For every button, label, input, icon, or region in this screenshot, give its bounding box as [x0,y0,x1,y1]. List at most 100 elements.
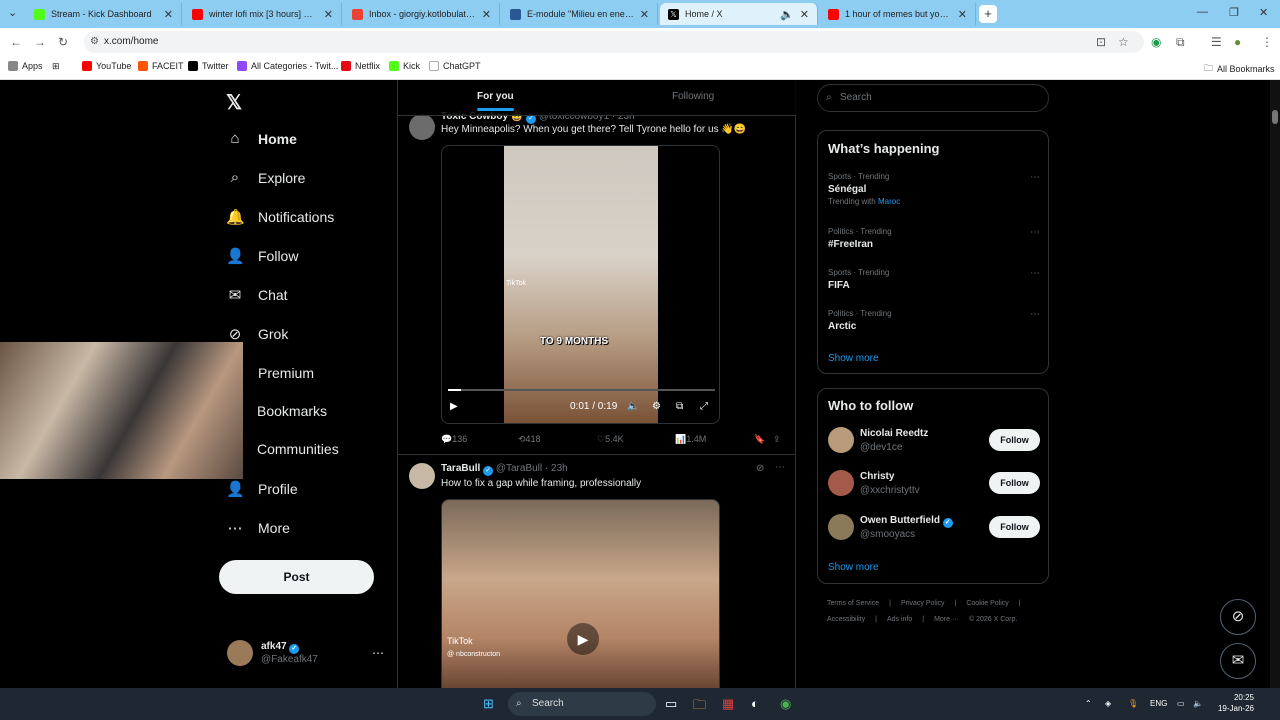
video-player[interactable]: TikTok TO 9 MONTHS ▶ 0:01 / 0:19 🔈 ⚙ ⧉ ⤢ [441,145,720,424]
new-tab-button[interactable]: + [979,5,997,23]
system-clock[interactable]: 20:25 19-Jan-26 [1210,692,1254,714]
messages-fab-button[interactable]: ✉ [1220,643,1256,679]
url-field[interactable]: ⚙ x.com/home [84,31,1144,53]
trend-item[interactable]: Politics · Trending #FreeIran ⋯ [828,227,1040,250]
browser-tab-active[interactable]: 𝕏 Home / X 🔈 ✕ [660,3,818,25]
bookmark-apps[interactable]: Apps [8,61,43,71]
nav-bookmarks[interactable]: Bookmarks [257,403,327,419]
bookmark-categories[interactable]: All Categories - Twit... [237,61,338,71]
bookmark-kick[interactable]: Kick [389,61,420,71]
bookmark-netflix[interactable]: Netflix [341,61,380,71]
close-tab-icon[interactable]: ✕ [164,8,173,21]
close-tab-icon[interactable]: ✕ [640,8,649,21]
tweet[interactable]: TaraBull ✓ @TaraBull · 23h ⊘ ⋯ How to fi… [398,455,796,688]
bookmark-star-icon[interactable]: ☆ [1118,35,1129,49]
language-indicator[interactable]: ENG [1150,699,1167,708]
extension-icon[interactable]: ◉ [1151,35,1161,49]
browser-tab[interactable]: Stream - Kick Dashboard ✕ [26,3,182,25]
nav-profile[interactable]: 👤 Profile [226,480,298,498]
tweet[interactable]: Toxic Cowboy 🤠 ✓ @toxiccowboy1 · 23h Hey… [398,106,796,454]
x-logo-icon[interactable]: 𝕏 [226,90,242,115]
account-switcher[interactable]: afk47 ✓ @Fakeafk47 ⋯ [227,640,384,666]
close-tab-icon[interactable]: ✕ [482,8,491,21]
task-view-icon[interactable]: ▭ [665,696,677,712]
scrollbar-thumb[interactable] [1272,110,1278,124]
forward-icon[interactable]: → [34,35,46,49]
app-icon[interactable]: ▦ [722,696,734,712]
all-bookmarks[interactable]: 🗀 All Bookmarks [1204,61,1275,77]
nav-more[interactable]: ⋯ More [226,519,290,537]
follow-button[interactable]: Follow [989,516,1040,538]
play-button[interactable]: ▶ [567,623,599,655]
close-window-icon[interactable]: ✕ [1259,6,1268,19]
steam-icon[interactable]: ◐ [751,696,759,711]
more-icon[interactable]: ⋯ [1030,309,1040,320]
site-info-icon[interactable]: ⚙ [90,31,99,53]
volume-icon[interactable]: 🔈 [627,401,639,412]
browser-tab[interactable]: winter lofi mix [3 hours] ❄️ rela ✕ [184,3,342,25]
browser-tab[interactable]: 1 hour of memes but you will la ✕ [820,3,976,25]
close-tab-icon[interactable]: ✕ [800,8,809,21]
microphone-icon[interactable]: 🎙 [1128,699,1138,708]
nav-notifications[interactable]: 🔔 Notifications [226,208,334,226]
like-button[interactable]: ♡ 5.4K [597,434,624,445]
trend-item[interactable]: Sports · Trending Sénégal Trending with … [828,172,1040,206]
minimize-icon[interactable]: — [1197,6,1208,18]
search-input[interactable]: ⌕ Search [817,84,1049,112]
views-button[interactable]: 📊 1.4M [675,434,706,445]
grok-explain-icon[interactable]: ⊘ [756,463,764,474]
more-icon[interactable]: ⋯ [775,462,785,473]
follow-suggestion[interactable]: Owen Butterfield ✓ @smooyacs Follow [828,514,1040,542]
account-more-icon[interactable]: ⋯ [372,646,384,660]
avatar[interactable] [409,463,435,489]
avatar[interactable] [828,427,854,453]
share-icon[interactable]: ⇪ [773,434,781,445]
bookmark-twitter[interactable]: Twitter [188,61,229,71]
more-icon[interactable]: ⋯ [1030,227,1040,238]
trend-item[interactable]: Sports · Trending FIFA ⋯ [828,268,1040,291]
tab-for-you[interactable]: For you [477,91,514,111]
mute-tab-icon[interactable]: 🔈 [780,8,794,21]
browser-tab[interactable]: Inbox - giorgiy.kotlobulat@vda ✕ [344,3,500,25]
windows-start-icon[interactable]: ⊞ [483,696,494,712]
profile-avatar[interactable]: ● [1234,35,1241,49]
extensions-puzzle-icon[interactable]: ⧉ [1176,35,1185,50]
tray-overflow-icon[interactable]: ⌃ [1085,699,1092,708]
fullscreen-icon[interactable]: ⤢ [700,401,708,412]
repost-button[interactable]: ⟲ 418 [518,434,541,445]
nav-home[interactable]: ⌂ Home [226,130,296,147]
bookmark-youtube[interactable]: YouTube [82,61,131,71]
file-explorer-icon[interactable]: 🗀 [693,696,706,718]
page-scrollbar[interactable] [1270,80,1280,688]
tab-search-icon[interactable]: ⌄ [8,6,17,19]
bookmark-chatgpt[interactable]: ChatGPT [429,61,481,71]
reload-icon[interactable]: ↻ [58,35,68,49]
follow-suggestion[interactable]: Nicolai Reedtz @dev1ce Follow [828,427,1040,455]
nav-explore[interactable]: ⌕ Explore [226,169,306,186]
taskbar-search[interactable]: ⌕ Search [508,692,656,716]
grok-fab-button[interactable]: ⊘ [1220,599,1256,635]
bookmark-grid[interactable]: ⊞ [52,61,60,72]
display-icon[interactable]: ▭ [1177,699,1185,708]
video-player[interactable]: TikTok @ nbconstructon ▶ [441,499,720,688]
play-icon[interactable]: ▶ [450,401,458,412]
show-more-link[interactable]: Show more [828,353,879,364]
volume-icon[interactable]: 🔈 [1193,699,1203,708]
avatar[interactable] [828,514,854,540]
nav-communities[interactable]: Communities [257,441,339,457]
follow-button[interactable]: Follow [989,429,1040,451]
bookmark-faceit[interactable]: FACEIT [138,61,184,71]
more-icon[interactable]: ⋯ [1030,172,1040,183]
chrome-icon[interactable]: ◉ [780,696,791,712]
post-button[interactable]: Post [219,560,374,594]
show-more-link[interactable]: Show more [828,562,879,573]
nav-follow[interactable]: 👤 Follow [226,247,298,265]
browser-tab[interactable]: E-module "Milieu en energie in ✕ [502,3,658,25]
browser-menu-icon[interactable]: ⋮ [1261,35,1273,49]
tab-menu-icon[interactable]: ☰ [1211,35,1222,49]
close-tab-icon[interactable]: ✕ [324,8,333,21]
follow-button[interactable]: Follow [989,472,1040,494]
settings-icon[interactable]: ⚙ [652,401,661,412]
video-progress-bar[interactable] [448,389,715,391]
follow-suggestion[interactable]: Christy @xxchristyttv Follow [828,470,1040,498]
